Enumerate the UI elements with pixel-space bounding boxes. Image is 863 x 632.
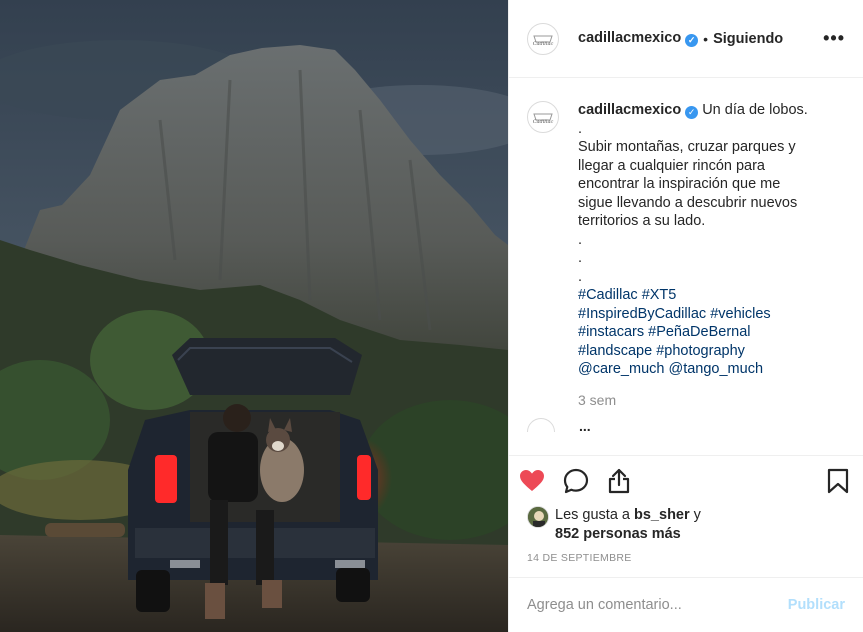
separator-dot: • [703, 30, 709, 47]
publish-button[interactable]: Publicar [788, 597, 845, 613]
hashtag-line: #landscape #photography [578, 342, 808, 361]
following-button[interactable]: Siguiendo [713, 31, 783, 47]
save-button[interactable] [813, 461, 849, 501]
caption-username[interactable]: cadillacmexico [578, 102, 681, 118]
post-side-panel: Cadillac cadillacmexico ✓ • Siguiendo •••… [508, 0, 863, 632]
verified-badge-icon: ✓ [685, 106, 699, 119]
hashtag-line: #InspiredByCadillac #vehicles [578, 305, 808, 324]
comment-input[interactable] [527, 597, 788, 613]
verified-badge-icon: ✓ [685, 34, 699, 47]
mention-link[interactable]: @care_much [578, 361, 664, 377]
liker-username[interactable]: bs_sher [634, 507, 690, 523]
caption-line: . [578, 120, 583, 137]
caption-body: cadillacmexico ✓ Un día de lobos. . Subir… [578, 101, 808, 409]
caption-avatar[interactable]: Cadillac [527, 101, 559, 133]
username-text[interactable]: cadillacmexico [578, 30, 681, 46]
more-options-icon[interactable]: ••• [823, 28, 845, 49]
likes-conj: y [693, 507, 701, 523]
likes-prefix: Les gusta a [555, 507, 630, 523]
liker-avatar-image [528, 507, 548, 527]
caption-line: territorios a su lado. [578, 213, 706, 229]
post-date[interactable]: 14 DE SEPTIEMBRE [509, 552, 863, 564]
add-comment-bar: Publicar [509, 577, 863, 632]
hashtag-link[interactable]: #Cadillac [578, 287, 638, 303]
like-button[interactable] [519, 461, 563, 501]
hashtag-line: #Cadillac #XT5 [578, 286, 808, 305]
caption-line: llegar a cualquier rincón para [578, 157, 765, 174]
hashtag-link[interactable]: #vehicles [710, 306, 770, 322]
hashtag-link[interactable]: #landscape [578, 343, 652, 359]
hashtag-link[interactable]: #photography [656, 343, 745, 359]
comment-icon [563, 468, 589, 494]
caption-line: encontrar la inspiración que me [578, 176, 781, 192]
liker-avatar[interactable] [527, 506, 549, 528]
comments-section[interactable]: Cadillac cadillacmexico ✓ Un día de lobos… [509, 79, 863, 455]
hashtag-link[interactable]: #XT5 [642, 287, 677, 303]
mention-link[interactable]: @tango_much [668, 361, 763, 377]
commenter-avatar[interactable] [527, 418, 555, 432]
hashtag-line: #instacars #PeñaDeBernal [578, 323, 808, 342]
cadillac-logo-icon: Cadillac [533, 113, 554, 124]
caption-first-line: Un día de lobos. [702, 102, 808, 118]
comment-button[interactable] [563, 461, 607, 501]
next-comment-partial: ... [527, 418, 845, 432]
caption: Cadillac cadillacmexico ✓ Un día de lobos… [527, 101, 845, 409]
post-header: Cadillac cadillacmexico ✓ • Siguiendo ••• [509, 0, 863, 78]
hashtag-link[interactable]: #PeñaDeBernal [648, 324, 750, 340]
post-actions-area: Les gusta a bs_sher y 852 personas más 1… [509, 455, 863, 564]
svg-text:Cadillac: Cadillac [533, 119, 554, 124]
share-icon [608, 468, 630, 494]
likes-text: Les gusta a bs_sher y 852 personas más [555, 506, 701, 544]
commenter-text-cut: ... [579, 418, 591, 432]
bookmark-icon [827, 468, 849, 494]
likes-summary: Les gusta a bs_sher y 852 personas más [509, 506, 863, 544]
likes-count-link[interactable]: 852 personas más [555, 526, 681, 542]
profile-avatar[interactable]: Cadillac [527, 22, 559, 55]
caption-line: . [578, 250, 583, 266]
cadillac-logo-icon: Cadillac [533, 35, 554, 46]
svg-text:Cadillac: Cadillac [533, 41, 554, 46]
post-relative-time[interactable]: 3 sem [578, 391, 808, 410]
mountain-car-photo [0, 0, 508, 632]
heart-icon [520, 470, 544, 491]
share-button[interactable] [607, 461, 651, 501]
hashtag-link[interactable]: #InspiredByCadillac [578, 306, 706, 322]
caption-line: sigue llevando a descubrir nuevos [578, 194, 798, 211]
mention-line: @care_much @tango_much [578, 360, 808, 379]
post-photo[interactable] [0, 0, 508, 632]
action-icons-row [509, 456, 863, 506]
caption-line: . [578, 231, 583, 248]
caption-line: . [578, 268, 583, 285]
header-username[interactable]: cadillacmexico ✓ [578, 30, 699, 47]
hashtag-link[interactable]: #instacars [578, 324, 644, 340]
caption-line: Subir montañas, cruzar parques y [578, 139, 796, 155]
